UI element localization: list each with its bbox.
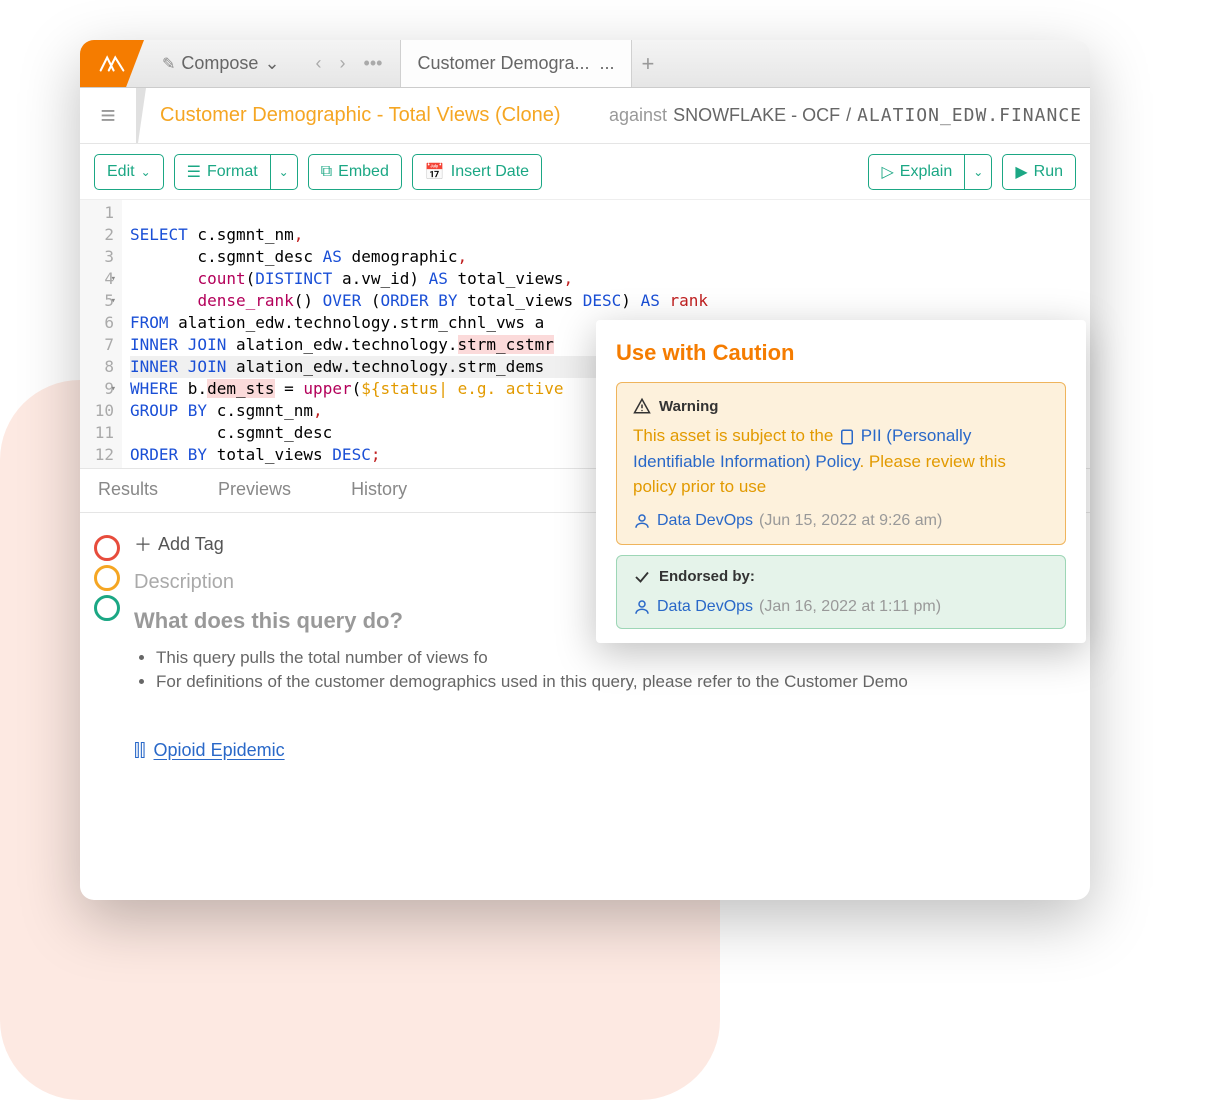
edit-button[interactable]: Edit⌄	[94, 154, 164, 190]
endorser-name[interactable]: Data DevOps	[657, 598, 753, 616]
caution-popover: Use with Caution Warning This asset is s…	[596, 320, 1086, 643]
description-bullets: This query pulls the total number of vie…	[134, 648, 1076, 692]
trust-red-icon[interactable]	[94, 535, 120, 561]
alation-logo-icon	[99, 54, 125, 74]
tab-add-button[interactable]: +	[632, 40, 665, 87]
description-bullet: This query pulls the total number of vie…	[156, 648, 1076, 668]
toolbar: Edit⌄ ☰Format ⌄ ⧉Embed 📅Insert Date ▷Exp…	[80, 144, 1090, 200]
code-line[interactable]: c.sgmnt_desc AS demographic,	[130, 246, 708, 268]
policy-icon	[838, 428, 856, 446]
play-icon: ▶	[1015, 162, 1027, 182]
endorsed-label: Endorsed by:	[659, 568, 755, 585]
code-line[interactable]: count(DISTINCT a.vw_id) AS total_views,	[130, 268, 708, 290]
query-title[interactable]: Customer Demographic - Total Views (Clon…	[146, 104, 561, 127]
person-icon	[633, 512, 651, 530]
embed-button[interactable]: ⧉Embed	[308, 154, 402, 190]
nav-back-icon[interactable]: ‹	[316, 53, 322, 74]
chevron-down-icon: ⌄	[279, 165, 289, 179]
tab-ellipsis: ...	[600, 53, 615, 74]
against-label: against	[609, 105, 667, 126]
warning-author[interactable]: Data DevOps	[657, 512, 753, 530]
query-header: ≡ Customer Demographic - Total Views (Cl…	[80, 88, 1090, 144]
check-icon	[633, 568, 651, 586]
embed-icon: ⧉	[321, 163, 332, 181]
endorsed-box: Endorsed by: Data DevOps (Jan 16, 2022 a…	[616, 555, 1066, 629]
chevron-down-icon: ⌄	[264, 53, 279, 74]
tab-previews[interactable]: Previews	[218, 479, 291, 500]
header-divider	[136, 88, 146, 143]
tab-active[interactable]: Customer Demogra... ...	[400, 40, 631, 87]
line-gutter: 123456789101112	[80, 200, 122, 468]
more-icon[interactable]: •••	[364, 53, 383, 74]
brand-logo[interactable]	[80, 40, 144, 87]
run-button[interactable]: ▶Run	[1002, 154, 1076, 190]
trust-indicators[interactable]	[94, 531, 120, 761]
format-dropdown[interactable]: ⌄	[270, 154, 298, 190]
trust-green-icon[interactable]	[94, 595, 120, 621]
db-path[interactable]: ALATION_EDW.FINANCE	[857, 105, 1082, 126]
calendar-icon: 📅	[425, 162, 445, 182]
chart-icon: ⫿⫿	[134, 740, 146, 761]
tab-results[interactable]: Results	[98, 479, 158, 500]
tab-history[interactable]: History	[351, 479, 407, 500]
title-bar: ✎ Compose ⌄ ‹ › ••• Customer Demogra... …	[80, 40, 1090, 88]
warning-timestamp: (Jun 15, 2022 at 9:26 am)	[759, 512, 942, 530]
code-line[interactable]: SELECT c.sgmnt_nm,	[130, 224, 708, 246]
add-tag-button[interactable]: ＋Add Tag	[134, 531, 224, 557]
nav-forward-icon[interactable]: ›	[340, 53, 346, 74]
endorse-timestamp: (Jan 16, 2022 at 1:11 pm)	[759, 598, 941, 616]
feather-icon: ✎	[162, 54, 175, 74]
warning-icon	[633, 397, 651, 415]
code-line[interactable]: dense_rank() OVER (ORDER BY total_views …	[130, 290, 708, 312]
trust-yellow-icon[interactable]	[94, 565, 120, 591]
warning-box: Warning This asset is subject to the PII…	[616, 382, 1066, 545]
chevron-down-icon: ⌄	[141, 165, 151, 179]
format-button[interactable]: ☰Format	[174, 154, 270, 190]
warning-label: Warning	[659, 398, 718, 415]
tab-title: Customer Demogra...	[417, 53, 589, 74]
insert-date-button[interactable]: 📅Insert Date	[412, 154, 542, 190]
person-icon	[633, 598, 651, 616]
path-separator: /	[846, 105, 851, 126]
description-bullet: For definitions of the customer demograp…	[156, 672, 1076, 692]
code-line[interactable]	[130, 202, 708, 224]
chevron-down-icon: ⌄	[973, 165, 983, 179]
related-link[interactable]: ⫿⫿ Opioid Epidemic	[134, 740, 285, 761]
compose-menu[interactable]: ✎ Compose ⌄	[144, 40, 298, 87]
caution-title: Use with Caution	[616, 340, 1066, 366]
explain-icon: ▷	[881, 162, 893, 182]
explain-dropdown[interactable]: ⌄	[964, 154, 992, 190]
format-icon: ☰	[187, 162, 201, 182]
datasource-name[interactable]: SNOWFLAKE - OCF	[673, 105, 840, 126]
plus-icon: ＋	[134, 531, 152, 557]
compose-label: Compose	[181, 53, 258, 74]
hamburger-icon[interactable]: ≡	[80, 100, 136, 131]
explain-button[interactable]: ▷Explain	[868, 154, 964, 190]
